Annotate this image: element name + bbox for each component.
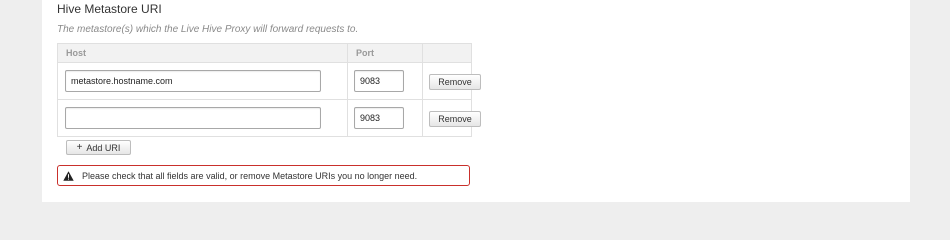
alert-message: Please check that all fields are valid, …	[82, 170, 418, 181]
add-uri-label: Add URI	[86, 142, 121, 153]
host-cell	[57, 62, 348, 100]
port-column-header: Port	[347, 43, 423, 63]
host-column-header: Host	[57, 43, 348, 63]
actions-column-header	[422, 43, 472, 63]
uri-table: Host Port Remove	[57, 43, 481, 137]
section-description: The metastore(s) which the Live Hive Pro…	[57, 24, 359, 35]
port-cell	[347, 62, 423, 100]
action-cell: Remove	[422, 99, 481, 137]
port-input[interactable]	[354, 70, 404, 92]
validation-alert: Please check that all fields are valid, …	[57, 165, 470, 186]
remove-button[interactable]: Remove	[429, 74, 481, 90]
add-uri-button[interactable]: + Add URI	[66, 140, 131, 155]
port-input[interactable]	[354, 107, 404, 129]
remove-button[interactable]: Remove	[429, 111, 481, 127]
table-row: Remove	[57, 62, 481, 100]
section-title: Hive Metastore URI	[57, 2, 162, 16]
host-input[interactable]	[65, 70, 321, 92]
settings-panel: Hive Metastore URI The metastore(s) whic…	[42, 0, 910, 202]
host-input[interactable]	[65, 107, 321, 129]
action-cell: Remove	[422, 62, 481, 100]
table-row: Remove	[57, 99, 481, 137]
table-header-row: Host Port	[57, 43, 472, 63]
host-cell	[57, 99, 348, 137]
warning-icon	[63, 170, 74, 181]
plus-icon: +	[76, 141, 83, 153]
port-cell	[347, 99, 423, 137]
